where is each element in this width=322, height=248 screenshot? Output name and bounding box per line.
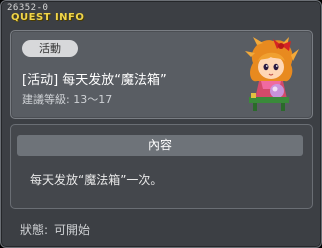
level-label: 建議等級 (22, 93, 66, 106)
level-range: 13～17 (73, 93, 113, 106)
category-badge: 活動 (22, 40, 78, 57)
quest-info-window: 26352-0 QUEST INFO 活動 [活动] 每天发放“魔法箱” 建議等… (0, 0, 322, 248)
content-section-header: 內容 (17, 135, 303, 156)
quest-description: 每天发放“魔法箱”一次。 (30, 173, 163, 187)
quest-content-panel: 內容 每天发放“魔法箱”一次。 (10, 124, 313, 209)
quest-title: [活动] 每天发放“魔法箱” (22, 73, 167, 88)
quest-status: 狀態: 可開始 (20, 221, 90, 238)
window-header[interactable]: 26352-0 QUEST INFO (3, 3, 319, 25)
status-label: 狀態: (20, 223, 49, 237)
window-title: QUEST INFO (11, 12, 85, 23)
npc-portrait-icon (243, 37, 299, 113)
quest-summary-panel: 活動 [活动] 每天发放“魔法箱” 建議等級: 13～17 (10, 30, 313, 119)
status-value: 可開始 (54, 223, 91, 237)
recommended-level: 建議等級: 13～17 (22, 93, 113, 106)
